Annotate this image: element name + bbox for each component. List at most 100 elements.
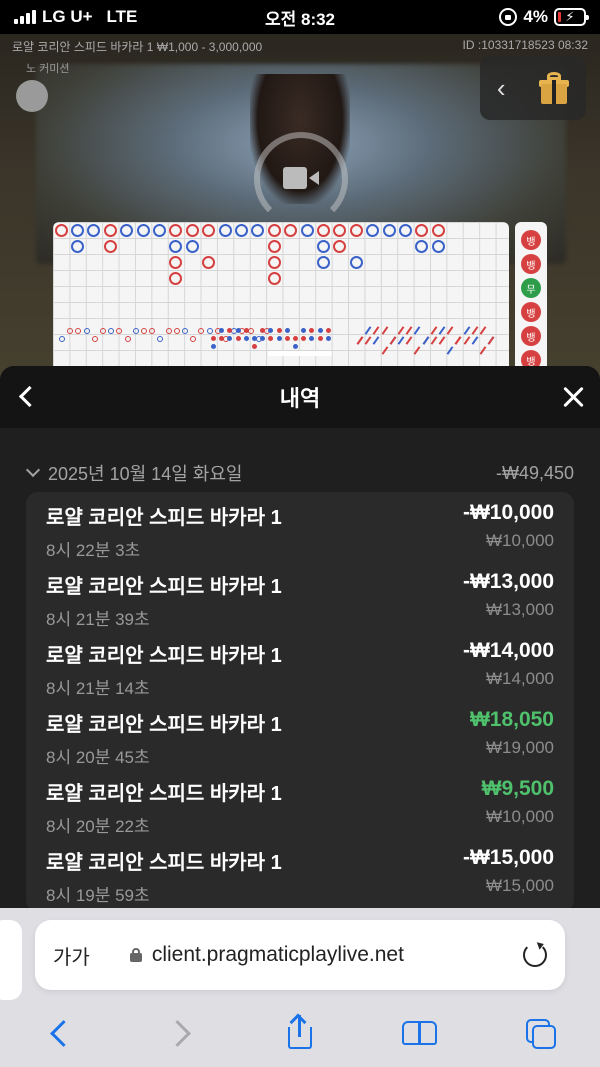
big-eye-road-mark: [83, 328, 90, 334]
address-bar[interactable]: 가가 client.pragmaticplaylive.net: [35, 920, 565, 990]
small-road-mark: [293, 344, 298, 349]
big-road-mark: [251, 223, 265, 237]
share-button[interactable]: [280, 1013, 320, 1053]
big-road-mark: [103, 239, 117, 253]
big-road-mark: [267, 271, 281, 285]
big-road-mark: [267, 255, 281, 269]
commission-label: 노 커미션: [26, 63, 70, 75]
cockroach-road-mark: [487, 336, 495, 345]
bookmarks-button[interactable]: [400, 1013, 440, 1053]
cockroach-road-mark: [356, 336, 364, 345]
url-text[interactable]: client.pragmaticplaylive.net: [152, 943, 523, 967]
bet-stake: ₩10,000: [485, 807, 554, 826]
small-road-mark: [211, 344, 216, 349]
small-road-mark: [276, 336, 282, 341]
history-title: 내역: [279, 386, 321, 411]
small-road-mark: [235, 336, 241, 341]
small-road-mark: [301, 328, 307, 333]
small-road-mark: [301, 336, 307, 341]
text-size-button[interactable]: 가가: [53, 941, 90, 970]
big-eye-road-mark: [198, 328, 205, 334]
bet-stake: ₩15,000: [485, 876, 554, 895]
small-road-mark: [325, 328, 331, 333]
history-panel: 내역 2025년 10월 14일 화요일 -₩49,450 로얄 코리안 스피드…: [0, 366, 600, 926]
reload-icon[interactable]: [523, 943, 547, 967]
big-road-mark: [169, 271, 183, 285]
bet-row[interactable]: 로얄 코리안 스피드 바카라 1 8시 21분 14초 -₩14,000 ₩14,00…: [46, 630, 554, 699]
bet-stake: ₩10,000: [485, 531, 554, 550]
big-eye-road-mark: [124, 336, 131, 342]
bet-row[interactable]: 로얄 코리안 스피드 바카라 1 8시 20분 45초 ₩18,050 ₩19,000: [46, 699, 554, 768]
charging-bolt-icon: ⚡: [565, 9, 575, 24]
bet-result: ₩9,500: [481, 777, 554, 800]
small-road-mark: [317, 336, 323, 341]
bet-result: ₩18,050: [469, 708, 554, 731]
bet-time: 8시 20분 22초: [46, 817, 150, 836]
small-road-mark: [325, 336, 331, 341]
big-road-mark: [70, 223, 84, 237]
big-road-mark: [218, 223, 232, 237]
bet-row[interactable]: 로얄 코리안 스피드 바카라 1 8시 21분 39초 -₩13,000 ₩13,00…: [46, 561, 554, 630]
big-road-mark: [169, 223, 183, 237]
cockroach-road-mark: [479, 346, 487, 355]
cockroach-road-mark: [422, 336, 429, 345]
bet-row[interactable]: 로얄 코리안 스피드 바카라 1 8시 19분 59초 -₩15,000 ₩15,00…: [46, 837, 554, 906]
small-road-mark: [284, 336, 290, 341]
big-eye-road-mark: [157, 336, 164, 342]
small-road-mark: [276, 328, 282, 333]
big-road-mark: [349, 255, 363, 269]
big-road-mark: [54, 223, 68, 237]
browser-forward-button[interactable]: [160, 1013, 200, 1053]
big-road-mark: [202, 255, 216, 269]
game-area: 로얄 코리안 스피드 바카라 1 ₩1,000 - 3,000,000 ID :…: [0, 34, 600, 379]
drag-handle[interactable]: [268, 351, 332, 356]
cockroach-road-mark: [454, 336, 462, 345]
cockroach-road-mark: [463, 336, 470, 345]
big-road-mark: [152, 223, 166, 237]
bet-row[interactable]: 로얄 코리안 스피드 바카라 1 8시 20분 22초 ₩9,500 ₩10,000: [46, 768, 554, 837]
big-road-mark: [398, 223, 412, 237]
previous-tab-preview[interactable]: [0, 920, 22, 1000]
bet-game-name: 로얄 코리안 스피드 바카라 1: [46, 507, 282, 529]
date-group-header[interactable]: 2025년 10월 14일 화요일 -₩49,450: [25, 460, 574, 486]
road-result-chip: 뱅: [521, 230, 541, 250]
cockroach-road-mark: [372, 336, 380, 345]
cockroach-road-mark: [397, 326, 405, 335]
small-road-mark: [235, 328, 241, 333]
big-road-mark: [103, 223, 117, 237]
history-header: 내역: [0, 366, 600, 428]
battery-icon: ⚡: [554, 8, 589, 26]
bet-time: 8시 21분 14초: [46, 679, 150, 698]
avatar[interactable]: [16, 80, 48, 112]
big-eye-road-mark: [59, 336, 65, 342]
table-info: 로얄 코리안 스피드 바카라 1 ₩1,000 - 3,000,000: [12, 40, 263, 54]
road-result-chip: 뱅: [521, 326, 541, 346]
browser-back-button[interactable]: [40, 1013, 80, 1053]
cockroach-road-mark: [463, 326, 470, 335]
big-eye-road-mark: [165, 328, 172, 334]
tabs-button[interactable]: [520, 1013, 560, 1053]
close-button[interactable]: [562, 386, 584, 408]
cockroach-road-mark: [397, 336, 405, 345]
status-bar: LG U+ LTE 오전 8:32 4% ⚡: [0, 0, 600, 34]
bet-row[interactable]: 로얄 코리안 스피드 바카라 1 8시 22분 3초 -₩10,000 ₩10,000: [46, 492, 554, 561]
bet-list: 로얄 코리안 스피드 바카라 1 8시 22분 3초 -₩10,000 ₩10,000…: [26, 492, 574, 912]
back-button[interactable]: [16, 384, 38, 408]
cockroach-road-mark: [479, 326, 487, 335]
bet-result: -₩13,000: [462, 570, 554, 593]
small-road-mark: [293, 336, 298, 341]
big-eye-road-mark: [75, 328, 82, 334]
cockroach-road-mark: [364, 326, 372, 335]
network-type: LTE: [106, 7, 138, 26]
bet-result: -₩15,000: [462, 846, 554, 869]
bet-stake: ₩14,000: [485, 669, 554, 688]
bet-time: 8시 22분 3초: [46, 541, 141, 560]
video-camera-icon[interactable]: [283, 167, 319, 189]
gift-icon[interactable]: [539, 72, 570, 104]
bet-result: -₩10,000: [462, 501, 554, 524]
big-road-mark: [284, 223, 298, 237]
cockroach-road-mark: [405, 336, 413, 345]
big-road-mark: [316, 255, 330, 269]
small-road-mark: [284, 328, 290, 333]
side-panel-toggle[interactable]: ‹: [480, 56, 586, 120]
